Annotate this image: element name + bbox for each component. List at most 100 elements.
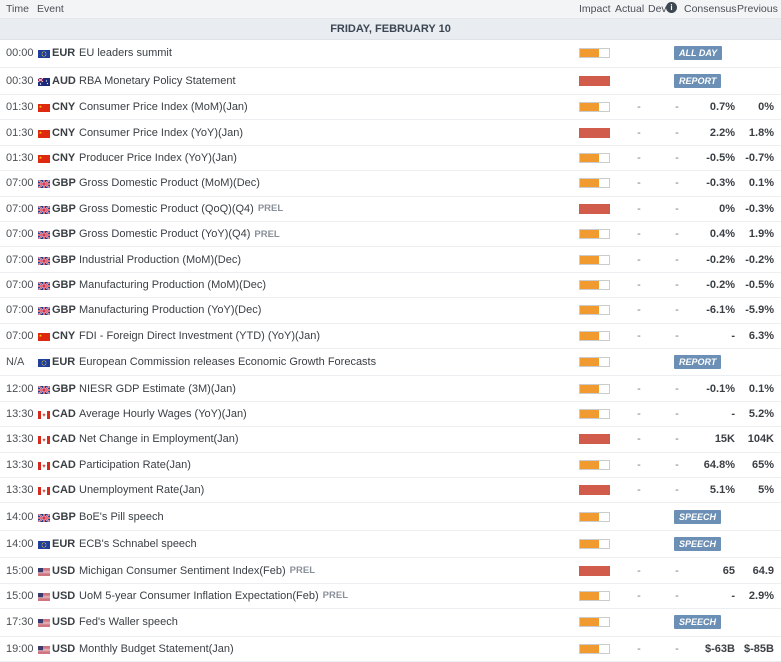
event-title[interactable]: Gross Domestic Product (MoM)(Dec) [79, 171, 260, 195]
event-title[interactable]: Average Hourly Wages (YoY)(Jan) [79, 402, 247, 426]
header-previous[interactable]: Previous [737, 3, 778, 15]
event-row[interactable]: 01:30 CNY Consumer Price Index (YoY)(Jan) -… [0, 120, 781, 146]
event-row[interactable]: 15:00 USD UoM 5-year Consumer Inflation Ex… [0, 583, 781, 610]
event-currency: CNY [52, 101, 76, 114]
event-title-text[interactable]: Unemployment Rate(Jan) [79, 484, 204, 496]
event-title[interactable]: BoE's Pill speech [79, 503, 164, 530]
event-title-text[interactable]: NIESR GDP Estimate (3M)(Jan) [79, 383, 236, 395]
event-row[interactable]: 00:00 EUR EU leaders summit ALL DAY [0, 40, 781, 68]
event-title[interactable]: EU leaders summit [79, 40, 172, 67]
header-actual[interactable]: Actual [615, 3, 644, 15]
event-title[interactable]: Manufacturing Production (MoM)(Dec) [79, 273, 266, 297]
event-row[interactable]: 00:30 AUD RBA Monetary Policy Statement REP… [0, 67, 781, 95]
event-title-text[interactable]: Gross Domestic Product (QoQ)(Q4) [79, 203, 254, 215]
actual-value: - [637, 202, 641, 215]
event-title-text[interactable]: Participation Rate(Jan) [79, 459, 191, 471]
event-title[interactable]: Participation Rate(Jan) [79, 453, 191, 477]
event-currency: CAD [52, 458, 76, 471]
event-title-text[interactable]: BoE's Pill speech [79, 511, 164, 523]
event-row[interactable]: 13:30 CAD Average Hourly Wages (YoY)(Jan) -… [0, 401, 781, 428]
event-row[interactable]: 07:00 GBP Industrial Production (MoM)(Dec)… [0, 247, 781, 273]
event-title-text[interactable]: Industrial Production (MoM)(Dec) [79, 254, 241, 266]
event-row[interactable]: 17:30 USD Fed's Waller speech SPEECH [0, 609, 781, 637]
event-row[interactable]: 07:00 GBP Gross Domestic Product (QoQ)(Q4)… [0, 196, 781, 222]
event-time: 00:00 [6, 47, 34, 60]
event-title[interactable]: ECB's Schnabel speech [79, 531, 197, 558]
event-title[interactable]: Michigan Consumer Sentiment Index(Feb) PR… [79, 558, 315, 582]
event-row[interactable]: 14:00 EUR ECB's Schnabel speech SPEECH [0, 530, 781, 559]
event-title-text[interactable]: FDI - Foreign Direct Investment (YTD) (Y… [79, 330, 320, 342]
header-impact[interactable]: Impact [579, 3, 611, 15]
event-title-text[interactable]: Gross Domestic Product (YoY)(Q4) [79, 228, 250, 240]
event-title-text[interactable]: European Commission releases Economic Gr… [79, 356, 376, 368]
event-title[interactable]: Net Change in Employment(Jan) [79, 427, 239, 451]
event-title[interactable]: NIESR GDP Estimate (3M)(Jan) [79, 376, 236, 400]
info-icon[interactable]: i [666, 2, 677, 13]
event-row[interactable]: 13:30 CAD Net Change in Employment(Jan) - - 1… [0, 427, 781, 453]
event-title-text[interactable]: Fed's Waller speech [79, 616, 178, 628]
eu-flag-icon [38, 540, 50, 550]
event-currency: GBP [52, 304, 76, 317]
event-currency: GBP [52, 510, 76, 523]
cn-flag-icon [38, 154, 50, 163]
event-title-text[interactable]: Manufacturing Production (MoM)(Dec) [79, 279, 266, 291]
event-title-text[interactable]: Consumer Price Index (MoM)(Jan) [79, 101, 248, 113]
event-row[interactable]: 01:30 CNY Consumer Price Index (MoM)(Jan) -… [0, 95, 781, 121]
event-title[interactable]: Gross Domestic Product (QoQ)(Q4) PREL [79, 197, 283, 221]
event-row[interactable]: 07:00 GBP Gross Domestic Product (MoM)(Dec… [0, 171, 781, 197]
prel-tag: PREL [254, 228, 280, 240]
event-title-text[interactable]: ECB's Schnabel speech [79, 538, 197, 550]
event-title[interactable]: Unemployment Rate(Jan) [79, 478, 204, 502]
event-row[interactable]: 07:00 CNY FDI - Foreign Direct Investment … [0, 323, 781, 349]
event-title[interactable]: Monthly Budget Statement(Jan) [79, 637, 234, 661]
previous-value: 5.2% [748, 407, 774, 420]
event-title[interactable]: Producer Price Index (YoY)(Jan) [79, 146, 237, 170]
event-title-text[interactable]: UoM 5-year Consumer Inflation Expectatio… [79, 590, 319, 602]
event-row[interactable]: 07:00 GBP Manufacturing Production (YoY)(D… [0, 298, 781, 324]
cn-flag-icon [38, 129, 50, 138]
event-title[interactable]: FDI - Foreign Direct Investment (YTD) (Y… [79, 324, 320, 348]
event-row[interactable]: 07:00 GBP Manufacturing Production (MoM)(D… [0, 272, 781, 299]
event-title[interactable]: Industrial Production (MoM)(Dec) [79, 247, 241, 271]
event-title-text[interactable]: Manufacturing Production (YoY)(Dec) [79, 304, 261, 316]
deviation-value: - [675, 126, 679, 139]
event-title[interactable]: European Commission releases Economic Gr… [79, 349, 376, 376]
impact-indicator [579, 48, 610, 59]
header-dev[interactable]: Dev [648, 3, 667, 15]
event-time: 19:00 [6, 642, 34, 655]
event-row[interactable]: 13:30 CAD Participation Rate(Jan) - - 64.8% 65… [0, 452, 781, 478]
event-currency: GBP [52, 382, 76, 395]
event-title-text[interactable]: RBA Monetary Policy Statement [79, 75, 236, 87]
event-row[interactable]: 15:00 USD Michigan Consumer Sentiment Inde… [0, 558, 781, 584]
event-row[interactable]: 07:00 GBP Gross Domestic Product (YoY)(Q4)… [0, 221, 781, 248]
event-title-text[interactable]: Michigan Consumer Sentiment Index(Feb) [79, 565, 286, 577]
event-title-text[interactable]: Gross Domestic Product (MoM)(Dec) [79, 177, 260, 189]
event-row[interactable]: 13:30 CAD Unemployment Rate(Jan) - - 5.1% 5% [0, 477, 781, 504]
event-title-text[interactable]: Average Hourly Wages (YoY)(Jan) [79, 408, 247, 420]
previous-value: 5% [758, 484, 774, 497]
header-event[interactable]: Event [37, 3, 64, 15]
event-title-text[interactable]: Consumer Price Index (YoY)(Jan) [79, 127, 243, 139]
event-title-text[interactable]: EU leaders summit [79, 47, 172, 59]
event-row[interactable]: 19:00 USD Monthly Budget Statement(Jan) - - $… [0, 636, 781, 662]
header-consensus[interactable]: Consensus [684, 3, 737, 15]
impact-indicator [579, 539, 610, 550]
impact-indicator [579, 330, 610, 341]
event-row[interactable]: 01:30 CNY Producer Price Index (YoY)(Jan) -… [0, 145, 781, 172]
event-title-text[interactable]: Producer Price Index (YoY)(Jan) [79, 152, 237, 164]
event-title[interactable]: UoM 5-year Consumer Inflation Expectatio… [79, 584, 348, 608]
header-time[interactable]: Time [6, 3, 29, 15]
event-row[interactable]: 14:00 GBP BoE's Pill speech SPEECH [0, 503, 781, 531]
event-title[interactable]: RBA Monetary Policy Statement [79, 68, 236, 95]
event-title[interactable]: Consumer Price Index (YoY)(Jan) [79, 120, 243, 144]
previous-value: 104K [747, 433, 774, 446]
event-title-text[interactable]: Monthly Budget Statement(Jan) [79, 643, 234, 655]
event-title[interactable]: Consumer Price Index (MoM)(Jan) [79, 95, 248, 119]
event-title[interactable]: Fed's Waller speech [79, 609, 178, 636]
gb-flag-icon [37, 179, 51, 190]
event-row[interactable]: 12:00 GBP NIESR GDP Estimate (3M)(Jan) - - -0… [0, 376, 781, 402]
event-title[interactable]: Manufacturing Production (YoY)(Dec) [79, 298, 261, 322]
event-title[interactable]: Gross Domestic Product (YoY)(Q4) PREL [79, 222, 280, 246]
event-row[interactable]: N/A EUR European Commission releases Econo… [0, 348, 781, 377]
event-title-text[interactable]: Net Change in Employment(Jan) [79, 433, 239, 445]
